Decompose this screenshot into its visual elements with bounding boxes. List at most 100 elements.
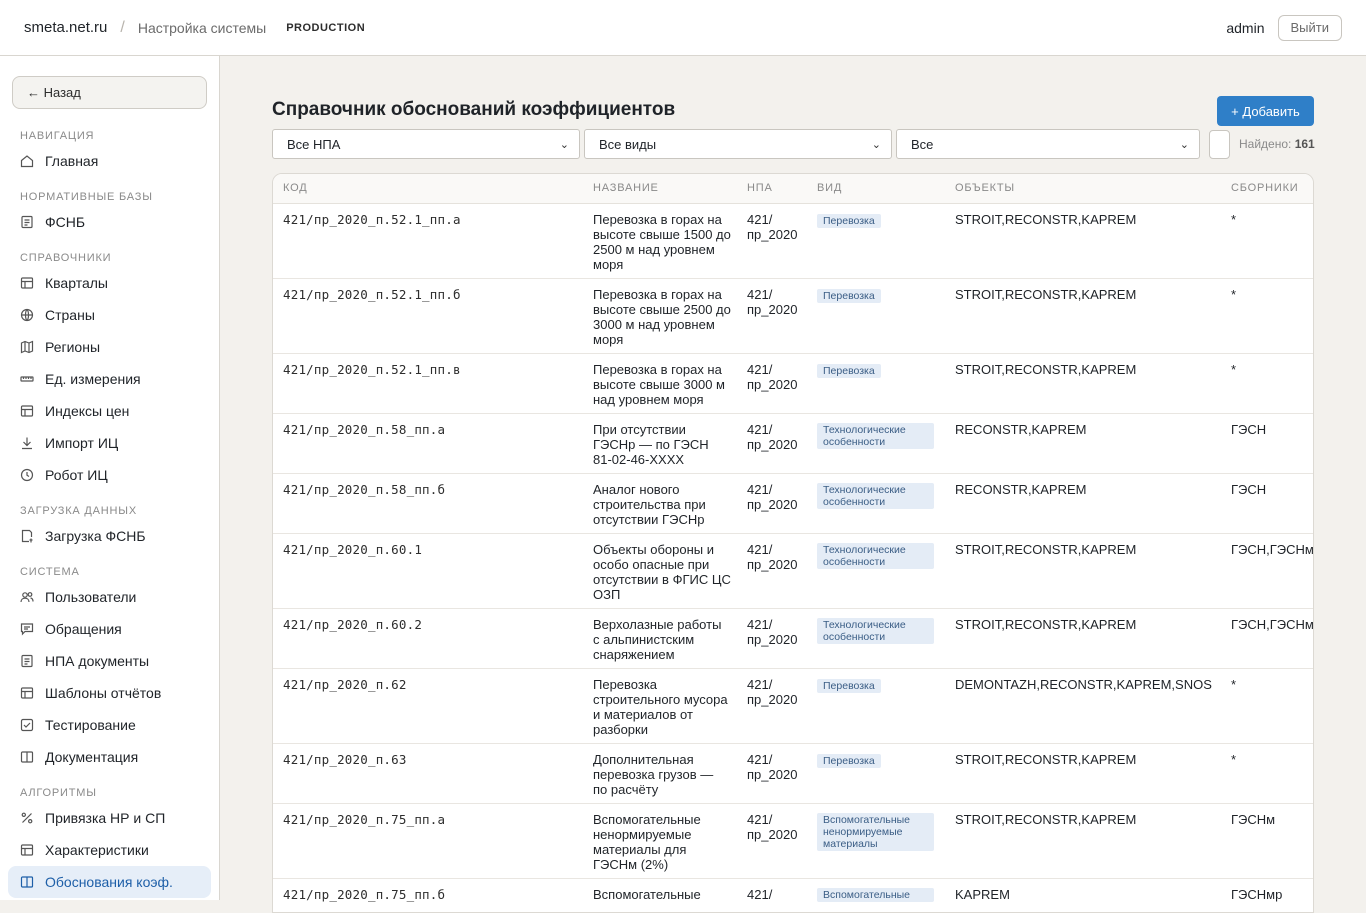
cell-kind: Технологические особенности xyxy=(807,413,945,474)
sidebar-item[interactable]: Пользователи xyxy=(8,581,211,613)
sidebar-item-label: НПА документы xyxy=(45,653,150,669)
cell-kind: Перевозка xyxy=(807,743,945,804)
brand-link[interactable]: smeta.net.ru xyxy=(24,19,107,36)
breadcrumb[interactable]: Настройка системы xyxy=(138,20,266,36)
cell-npa: 421/пр_2020 xyxy=(737,278,807,354)
sidebar-item[interactable]: Страны xyxy=(8,299,211,331)
table-row[interactable]: 421/пр_2020_п.52.1_пп.а Перевозка в горах… xyxy=(273,203,1313,279)
download-icon xyxy=(20,436,34,450)
sidebar-item[interactable]: Загрузка ФСНБ xyxy=(8,520,211,552)
column-header-name[interactable]: НАЗВАНИЕ xyxy=(583,174,737,204)
book-icon xyxy=(20,750,34,764)
found-label: Найдено: xyxy=(1239,137,1292,151)
document-icon xyxy=(20,654,34,668)
table-row[interactable]: 421/пр_2020_п.75_пп.а Вспомогательные нен… xyxy=(273,803,1313,879)
sidebar-item-label: Шаблоны отчётов xyxy=(45,685,162,701)
cell-npa: 421/пр_2020 xyxy=(737,608,807,669)
cell-name: Перевозка в горах на высоте свыше 3000 м… xyxy=(583,353,737,414)
sidebar-item[interactable]: Документация xyxy=(8,741,211,773)
sidebar-item[interactable]: ФСНБ xyxy=(8,206,211,238)
cell-collections: ГЭСН,ГЭСНм xyxy=(1221,608,1313,669)
cell-collections: ГЭСН xyxy=(1221,473,1313,534)
chevron-down-icon: ⌄ xyxy=(871,138,881,151)
chevron-down-icon: ⌄ xyxy=(1179,138,1189,151)
environment-badge: PRODUCTION xyxy=(286,21,366,34)
sidebar-item[interactable]: Кварталы xyxy=(8,267,211,299)
cell-name: Перевозка строительного мусора и материа… xyxy=(583,668,737,744)
cell-name: Аналог нового строительства при отсутств… xyxy=(583,473,737,534)
table-row[interactable]: 421/пр_2020_п.60.2 Верхолазные работы с а… xyxy=(273,608,1313,669)
table-row[interactable]: 421/пр_2020_п.52.1_пп.в Перевозка в горах… xyxy=(273,353,1313,414)
objects-filter-select[interactable]: Все ⌄ xyxy=(896,129,1200,159)
table-row[interactable]: 421/пр_2020_п.62 Перевозка строительного … xyxy=(273,668,1313,744)
sidebar-item[interactable]: Индексы цен xyxy=(8,395,211,427)
cell-objects: RECONSTR,KAPREM xyxy=(945,473,1221,534)
sidebar-group-title: НАВИГАЦИЯ xyxy=(20,130,95,142)
home-icon xyxy=(20,154,34,168)
upload-file-icon xyxy=(20,529,34,543)
sidebar-item[interactable]: Обращения xyxy=(8,613,211,645)
kind-filter-select[interactable]: Все виды ⌄ xyxy=(584,129,892,159)
cell-name: Вспомогательные ненормируемые материалы … xyxy=(583,803,737,879)
column-header-npa[interactable]: НПА xyxy=(737,174,807,204)
back-button[interactable]: ← Назад xyxy=(12,76,207,109)
kind-badge: Технологические особенности xyxy=(817,482,934,509)
sidebar-item-label: Робот ИЦ xyxy=(45,467,108,483)
kind-badge: Перевозка xyxy=(817,213,881,228)
column-header-code[interactable]: КОД xyxy=(273,174,583,204)
map-icon xyxy=(20,340,34,354)
cell-code: 421/пр_2020_п.52.1_пп.б xyxy=(273,278,583,354)
cell-kind: Технологические особенности xyxy=(807,533,945,609)
username: admin xyxy=(1226,19,1265,36)
cell-npa: 421/пр_2020 xyxy=(737,353,807,414)
column-header-kind[interactable]: ВИД xyxy=(807,174,945,204)
cell-npa: 421/пр_2020 xyxy=(737,803,807,879)
percent-icon xyxy=(20,811,34,825)
cell-code: 421/пр_2020_п.58_пп.а xyxy=(273,413,583,474)
sidebar-item[interactable]: Тестирование xyxy=(8,709,211,741)
objects-filter-value: Все xyxy=(911,136,934,152)
cell-objects: STROIT,RECONSTR,KAPREM xyxy=(945,278,1221,354)
sidebar-group-title: СПРАВОЧНИКИ xyxy=(20,252,112,264)
filter-checkbox[interactable] xyxy=(1209,129,1230,159)
column-header-objects[interactable]: ОБЪЕКТЫ xyxy=(945,174,1221,204)
sidebar-item[interactable]: Регионы xyxy=(8,331,211,363)
sidebar-item-label: Привязка НР и СП xyxy=(45,810,166,826)
sidebar-item[interactable]: Характеристики xyxy=(8,834,211,866)
sidebar-item[interactable]: Обоснования коэф. xyxy=(8,866,211,898)
npa-filter-select[interactable]: Все НПА ⌄ xyxy=(272,129,580,159)
column-header-collections[interactable]: СБОРНИКИ xyxy=(1221,174,1313,204)
sidebar-item[interactable]: Импорт ИЦ xyxy=(8,427,211,459)
table-icon xyxy=(20,276,34,290)
cell-name: Объекты обороны и особо опасные при отсу… xyxy=(583,533,737,609)
sidebar-item[interactable]: Привязка НР и СП xyxy=(8,802,211,834)
cell-code: 421/пр_2020_п.52.1_пп.в xyxy=(273,353,583,414)
table-row[interactable]: 421/пр_2020_п.52.1_пп.б Перевозка в горах… xyxy=(273,278,1313,354)
sidebar-item[interactable]: Шаблоны отчётов xyxy=(8,677,211,709)
cell-objects: STROIT,RECONSTR,KAPREM xyxy=(945,803,1221,879)
document-icon xyxy=(20,215,34,229)
logout-button[interactable]: Выйти xyxy=(1277,14,1342,41)
table-body: 421/пр_2020_п.52.1_пп.а Перевозка в горах… xyxy=(273,203,1313,912)
sidebar-item[interactable]: Робот ИЦ xyxy=(8,459,211,491)
table-row[interactable]: 421/пр_2020_п.60.1 Объекты обороны и особ… xyxy=(273,533,1313,609)
cell-code: 421/пр_2020_п.62 xyxy=(273,668,583,744)
add-button[interactable]: + Добавить xyxy=(1217,96,1314,126)
table-row[interactable]: 421/пр_2020_п.63 Дополнительная перевозка… xyxy=(273,743,1313,804)
sidebar-item-label: Страны xyxy=(45,307,95,323)
sidebar-item[interactable]: Ед. измерения xyxy=(8,363,211,395)
sidebar-item[interactable]: НПА документы xyxy=(8,645,211,677)
book-icon xyxy=(20,875,34,889)
sidebar-item[interactable]: Главная xyxy=(8,145,211,177)
cell-npa: 421/ xyxy=(737,878,807,912)
cell-collections: * xyxy=(1221,668,1313,744)
clock-icon xyxy=(20,468,34,482)
table-row[interactable]: 421/пр_2020_п.58_пп.а При отсутствии ГЭСН… xyxy=(273,413,1313,474)
table-row[interactable]: 421/пр_2020_п.58_пп.б Аналог нового строи… xyxy=(273,473,1313,534)
sidebar-item-label: Кварталы xyxy=(45,275,108,291)
cell-collections: * xyxy=(1221,743,1313,804)
kind-badge: Вспомогательные xyxy=(817,887,934,902)
table-row[interactable]: 421/пр_2020_п.75_пп.б Вспомогательные 421/… xyxy=(273,878,1313,912)
cell-objects: STROIT,RECONSTR,KAPREM xyxy=(945,608,1221,669)
cell-kind: Перевозка xyxy=(807,278,945,354)
